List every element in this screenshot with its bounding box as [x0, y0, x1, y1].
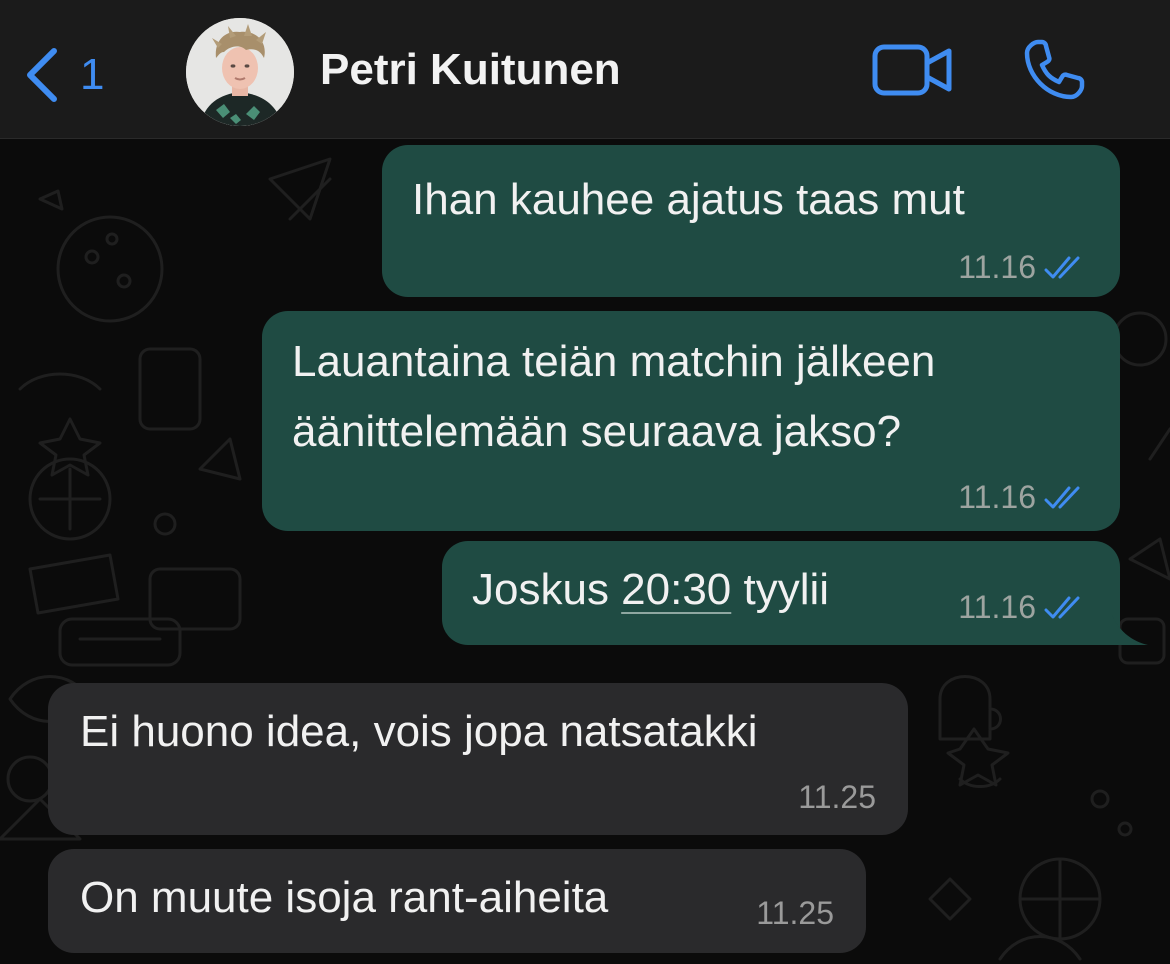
message-bubble-outgoing[interactable]: Ihan kauhee ajatus taas mut 11.16: [382, 145, 1120, 297]
message-meta: 11.16: [958, 589, 1090, 626]
message-text-part: tyylii: [731, 565, 830, 614]
video-call-button[interactable]: [872, 44, 954, 96]
video-camera-icon: [872, 44, 952, 96]
time-link[interactable]: 20:30: [621, 565, 731, 614]
message-bubble-outgoing[interactable]: Lauantaina teiän matchin jälkeen äänitte…: [262, 311, 1120, 531]
message-text-line: äänittelemään seuraava jakso?: [292, 407, 902, 456]
message-meta: 11.16: [958, 249, 1090, 286]
message-meta: 11.25: [798, 779, 876, 816]
message-time: 11.16: [958, 249, 1036, 285]
unread-count[interactable]: 1: [80, 53, 104, 97]
chat-area[interactable]: Ihan kauhee ajatus taas mut 11.16 Lauant…: [0, 139, 1170, 964]
message-text: Ei huono idea, vois jopa natsatakki: [80, 707, 758, 756]
message-time: 11.16: [958, 479, 1036, 515]
bubble-tail: [1112, 615, 1148, 645]
read-receipt-icon: [1044, 596, 1080, 618]
message-time: 11.25: [756, 895, 834, 931]
message-text-part: Joskus: [472, 565, 622, 614]
phone-icon: [1024, 39, 1085, 100]
message-text: On muute isoja rant-aiheita: [80, 873, 609, 922]
chevron-left-icon: [27, 48, 57, 102]
message-text-line: Lauantaina teiän matchin jälkeen: [292, 337, 936, 386]
message-time: 11.25: [798, 779, 876, 815]
message-bubble-outgoing[interactable]: Joskus 20:30 tyylii 11.16: [442, 541, 1120, 645]
message-text: Ihan kauhee ajatus taas mut: [412, 175, 965, 224]
message-time: 11.16: [958, 589, 1036, 625]
back-button[interactable]: 1: [24, 40, 104, 110]
read-receipt-icon: [1044, 486, 1080, 508]
voice-call-button[interactable]: [1022, 36, 1088, 102]
message-meta: 11.25: [756, 895, 834, 932]
chat-header: 1 Petri Kuitunen: [0, 0, 1170, 139]
avatar[interactable]: [186, 18, 294, 126]
message-meta: 11.16: [958, 479, 1090, 516]
contact-name[interactable]: Petri Kuitunen: [320, 44, 621, 97]
message-bubble-incoming[interactable]: Ei huono idea, vois jopa natsatakki 11.2…: [48, 683, 908, 835]
read-receipt-icon: [1044, 256, 1080, 278]
message-text: Joskus 20:30 tyylii: [472, 555, 829, 625]
message-bubble-incoming[interactable]: On muute isoja rant-aiheita 11.25: [48, 849, 866, 953]
